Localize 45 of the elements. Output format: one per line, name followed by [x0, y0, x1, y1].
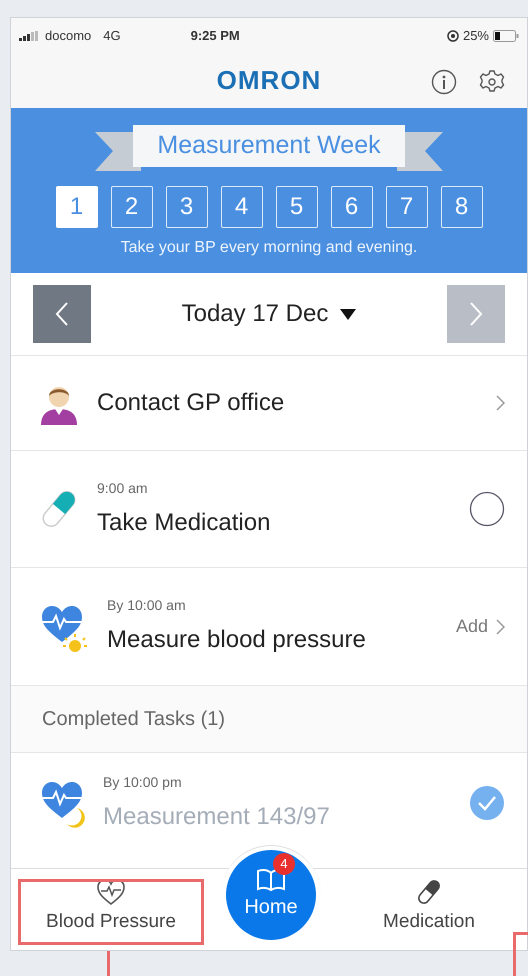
- chevron-right-icon: [496, 618, 505, 634]
- caret-icon: [340, 308, 356, 320]
- task-row[interactable]: Contact GP office: [11, 356, 527, 451]
- annotation-frame: [513, 932, 528, 976]
- add-link[interactable]: Add: [456, 613, 488, 640]
- book-icon: [256, 868, 286, 892]
- task-time: By 10:00 pm: [103, 772, 183, 792]
- leader-line: [107, 951, 110, 976]
- day-tab[interactable]: 5: [276, 186, 318, 228]
- battery-percent: 25%: [462, 26, 489, 45]
- task-time: By 10:00 am: [107, 596, 187, 615]
- banner-subtitle: Take your BP every morning and evening.: [120, 238, 418, 258]
- day-tab[interactable]: 1: [56, 186, 98, 228]
- signal-icon: [19, 30, 41, 40]
- task-time: 9:00 am: [97, 478, 149, 498]
- network-type: 4G: [103, 26, 121, 45]
- chevron-right-icon: [468, 301, 484, 327]
- task-title: Contact GP office: [97, 388, 284, 418]
- day-tab[interactable]: 3: [166, 186, 208, 228]
- rotation-lock-icon: [446, 30, 459, 42]
- chevron-left-icon: [54, 301, 70, 327]
- task-title: Measure blood pressure: [107, 625, 366, 655]
- info-icon[interactable]: [431, 69, 457, 95]
- checked-circle-icon[interactable]: [469, 785, 505, 821]
- section-heading: Completed Tasks (1): [42, 707, 226, 732]
- brand-logo: OMRON: [216, 64, 322, 97]
- task-row[interactable]: 9:00 am Take Medication: [11, 451, 527, 568]
- carrier-name: docomo: [45, 26, 92, 45]
- date-dropdown[interactable]: Today 17 Dec: [91, 296, 447, 332]
- ribbon-end-icon: [396, 129, 443, 171]
- medication-tab[interactable]: Medication: [331, 874, 527, 950]
- task-row[interactable]: By 10:00 pm Measurement 143/97: [11, 753, 527, 845]
- blood-pressure-tab[interactable]: Blood Pressure: [13, 874, 209, 950]
- day-tab[interactable]: 2: [110, 186, 152, 228]
- day-tab[interactable]: 6: [330, 186, 372, 228]
- day-tab[interactable]: 7: [386, 186, 428, 228]
- day-tab[interactable]: 8: [440, 186, 482, 228]
- battery-icon: [493, 30, 519, 42]
- task-title: Take Medication: [97, 508, 270, 538]
- unchecked-circle-icon[interactable]: [469, 491, 505, 527]
- day-tab[interactable]: 4: [220, 186, 262, 228]
- task-title: Measurement 143/97: [103, 802, 330, 832]
- clock-time: 9:25 PM: [190, 26, 240, 45]
- chevron-right-icon: [496, 395, 505, 411]
- banner-title: Measurement Week: [157, 130, 381, 162]
